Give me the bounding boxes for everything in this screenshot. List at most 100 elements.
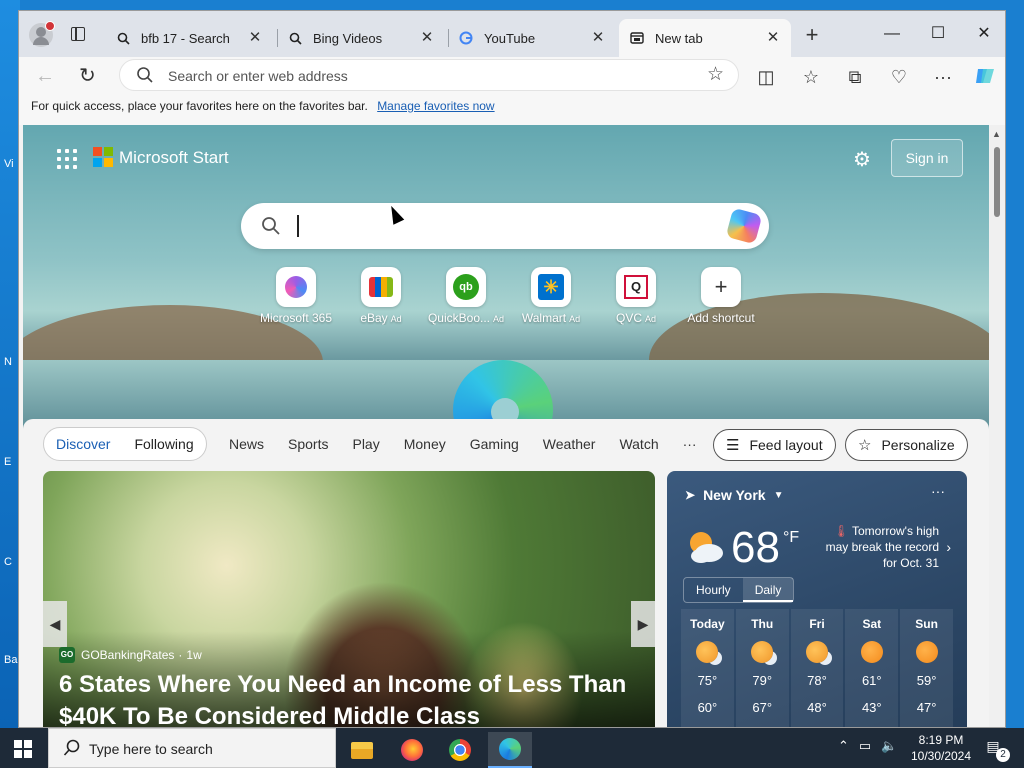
split-screen-icon[interactable]: ◫ [754, 65, 778, 89]
back-arrow-icon[interactable]: ← [35, 65, 55, 88]
search-icon [261, 216, 281, 241]
favorites-icon[interactable]: ☆ [799, 65, 823, 89]
tab-new-tab[interactable]: New tab ✕ [619, 19, 791, 57]
settings-more-icon[interactable]: ··· [931, 65, 955, 89]
scroll-up-arrow-icon[interactable]: ▲ [992, 129, 1001, 139]
browser-essentials-icon[interactable]: ♡ [887, 65, 911, 89]
app-launcher-icon[interactable] [57, 149, 77, 169]
more-options-icon[interactable]: ··· [931, 483, 945, 499]
feed-layout-label: Feed layout [749, 437, 823, 453]
tab-actions-icon[interactable] [67, 23, 89, 45]
quick-link-qvc[interactable]: Q QVC Ad [591, 267, 681, 325]
desktop-icon-label[interactable]: Ba [4, 654, 17, 666]
edge-browser-icon[interactable] [488, 732, 532, 768]
web-search-box[interactable] [241, 203, 769, 249]
top-story-card[interactable]: ◀ ▶ GO GOBankingRates · 1w 6 States Wher… [43, 471, 655, 727]
desktop-icon-label[interactable]: E [4, 456, 11, 468]
temperature-unit[interactable]: °F [783, 529, 799, 547]
sign-in-button[interactable]: Sign in [891, 139, 963, 177]
tab-bing-videos[interactable]: Bing Videos ✕ [277, 19, 445, 57]
partly-cloudy-icon [690, 532, 723, 563]
quick-link-microsoft365[interactable]: Microsoft 365 [251, 267, 341, 325]
story-age: 1w [186, 648, 202, 662]
feed-layout-button[interactable]: ☰ Feed layout [713, 429, 836, 461]
desktop-icon-label[interactable]: N [4, 356, 12, 368]
page-scrollbar[interactable]: ▲ [989, 125, 1005, 727]
notifications-icon[interactable]: ▤ 2 [982, 738, 1010, 762]
quick-link-ebay[interactable]: eBay Ad [336, 267, 426, 325]
desktop-icon-label[interactable]: Vi [4, 158, 14, 170]
category-sports[interactable]: Sports [288, 436, 328, 452]
chevron-right-icon[interactable]: ▶ [631, 601, 655, 647]
taskbar-search-box[interactable] [48, 728, 336, 768]
file-explorer-icon[interactable] [340, 732, 384, 768]
chevron-up-icon[interactable]: ⌃ [838, 738, 849, 754]
category-nav: News Sports Play Money Gaming Weather Wa… [229, 436, 721, 452]
more-categories-button[interactable]: ··· [683, 436, 697, 452]
address-input[interactable] [168, 66, 668, 86]
forecast-day[interactable]: Fri 78° 48° [790, 609, 844, 727]
close-icon[interactable]: ✕ [765, 30, 781, 46]
category-money[interactable]: Money [404, 436, 446, 452]
collections-icon[interactable]: ⧉ [843, 65, 867, 89]
profile-avatar-icon[interactable] [29, 21, 55, 47]
quick-link-label: Walmart [521, 311, 567, 325]
web-search-input[interactable] [295, 215, 715, 237]
tab-discover[interactable]: Discover [56, 436, 110, 452]
low-temp: 48° [807, 700, 827, 715]
hourly-tab[interactable]: Hourly [684, 578, 743, 602]
chevron-right-icon[interactable]: › [946, 539, 951, 555]
tab-following[interactable]: Following [134, 436, 193, 452]
chevron-left-icon[interactable]: ◀ [43, 601, 67, 647]
minimize-icon[interactable]: — [869, 21, 915, 47]
category-news[interactable]: News [229, 436, 264, 452]
address-bar[interactable]: ☆ [119, 59, 739, 91]
plus-icon[interactable]: + [801, 24, 823, 47]
taskbar-search-input[interactable] [89, 739, 319, 759]
weather-alert[interactable]: 🌡 Tomorrow's high may break the record f… [813, 523, 939, 571]
forecast-day[interactable]: Sat 61° 43° [845, 609, 899, 727]
windows-start-icon[interactable] [14, 740, 32, 758]
tab-bfb-search[interactable]: bfb 17 - Search ✕ [105, 19, 273, 57]
quick-link-label: Microsoft 365 [259, 311, 333, 325]
quick-link-walmart[interactable]: ✳ Walmart Ad [506, 267, 596, 325]
add-shortcut-button[interactable]: + Add shortcut [676, 267, 766, 325]
source-name[interactable]: GOBankingRates [81, 648, 174, 662]
gear-icon[interactable]: ⚙ [853, 147, 871, 172]
refresh-icon[interactable]: ↻ [79, 63, 96, 88]
close-icon[interactable]: ✕ [247, 30, 263, 46]
close-window-icon[interactable]: ✕ [961, 21, 1005, 47]
weather-card[interactable]: ➤ New York ▼ ··· 68 °F 🌡 Tomorrow's high… [667, 471, 967, 727]
story-source: GO GOBankingRates · 1w [59, 647, 202, 663]
category-watch[interactable]: Watch [619, 436, 658, 452]
desktop-icon-label[interactable]: C [4, 556, 12, 568]
close-icon[interactable]: ✕ [590, 30, 606, 46]
maximize-icon[interactable]: ☐ [915, 21, 961, 47]
volume-muted-icon[interactable]: 🔈 [881, 738, 897, 754]
quick-link-quickbooks[interactable]: qb QuickBoo... Ad [421, 267, 511, 325]
forecast-day[interactable]: Today 75° 60° [681, 609, 734, 727]
tab-youtube[interactable]: YouTube ✕ [448, 19, 616, 57]
close-icon[interactable]: ✕ [419, 30, 435, 46]
quick-link-label: Add shortcut [687, 311, 755, 325]
brand-title[interactable]: Microsoft Start [119, 148, 229, 168]
category-gaming[interactable]: Gaming [470, 436, 519, 452]
manage-favorites-link[interactable]: Manage favorites now [377, 99, 494, 113]
desktop-background: Vi N E C Ba [0, 0, 20, 728]
scrollbar-thumb[interactable] [994, 147, 1000, 217]
network-icon[interactable]: ▭ [859, 738, 871, 754]
story-headline[interactable]: 6 States Where You Need an Income of Les… [59, 669, 639, 727]
category-play[interactable]: Play [352, 436, 379, 452]
taskbar-clock[interactable]: 8:19 PM 10/30/2024 [906, 732, 976, 764]
add-favorite-star-icon[interactable]: ☆ [707, 63, 724, 86]
personalize-button[interactable]: ☆ Personalize [845, 429, 968, 461]
forecast-day[interactable]: Thu 79° 67° [735, 609, 789, 727]
daily-tab[interactable]: Daily [742, 578, 794, 602]
forecast-day[interactable]: Sun 59° 47° [900, 609, 953, 727]
copilot-icon[interactable] [973, 65, 997, 89]
firefox-icon[interactable] [390, 732, 434, 768]
weather-location[interactable]: ➤ New York ▼ [685, 487, 783, 503]
chrome-icon[interactable] [438, 732, 482, 768]
category-weather[interactable]: Weather [543, 436, 596, 452]
copilot-icon[interactable] [725, 207, 763, 245]
